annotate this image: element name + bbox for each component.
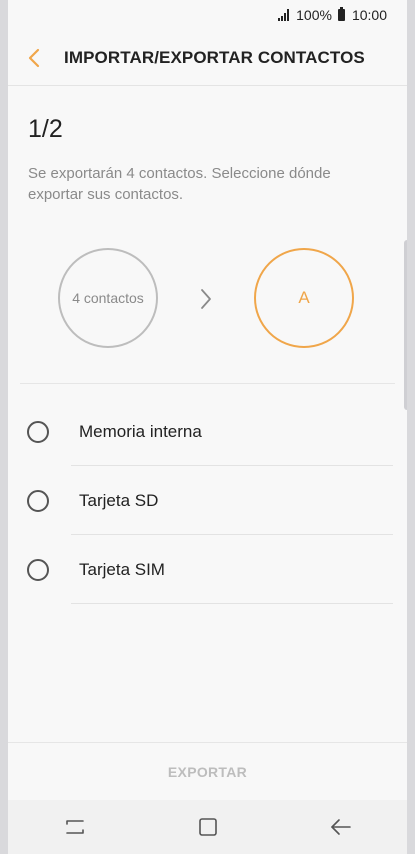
option-sim-card[interactable]: Tarjeta SIM [8,535,407,604]
home-button[interactable] [178,807,238,847]
radio-button[interactable] [27,489,49,512]
back-arrow-icon [330,819,351,835]
home-icon [198,818,217,836]
destination-label: A [298,288,310,307]
back-button[interactable] [10,34,58,82]
clock: 10:00 [351,7,387,23]
battery-icon [337,7,345,21]
export-button[interactable]: EXPORTAR [148,754,267,790]
destination-options: Memoria interna Tarjeta SD Tarjeta SIM [8,397,407,604]
option-internal-memory[interactable]: Memoria interna [8,397,407,466]
option-label: Tarjeta SIM [79,559,165,579]
option-label: Tarjeta SD [79,490,159,510]
phone-screen: 100% 10:00 IMPORTAR/EXPORTAR CONTACTOS 1… [8,0,407,854]
radio-button[interactable] [27,420,49,443]
source-contacts-label: 4 contactos [72,290,144,306]
edge-panel-handle[interactable] [404,240,407,410]
bottom-action-bar: EXPORTAR [8,742,407,801]
option-sd-card[interactable]: Tarjeta SD [8,466,407,535]
recent-apps-icon [65,820,84,834]
chevron-left-icon [28,48,40,67]
page-title: IMPORTAR/EXPORTAR CONTACTOS [64,47,365,67]
description-text: Se exportarán 4 contactos. Seleccione dó… [28,165,331,203]
battery-percent: 100% [296,7,332,23]
destination-circle: A [254,248,354,348]
chevron-right-icon [201,289,211,309]
recent-apps-button[interactable] [45,807,105,847]
option-label: Memoria interna [79,421,202,441]
app-header: IMPORTAR/EXPORTAR CONTACTOS [8,30,407,86]
source-contacts-circle: 4 contactos [58,248,158,348]
nav-back-button[interactable] [311,807,371,847]
signal-icon [278,9,290,21]
option-divider [71,603,393,604]
radio-button[interactable] [27,558,49,581]
step-indicator: 1/2 [28,115,63,143]
navigation-bar [8,800,407,854]
section-divider [20,383,395,384]
status-bar: 100% 10:00 [8,0,407,30]
